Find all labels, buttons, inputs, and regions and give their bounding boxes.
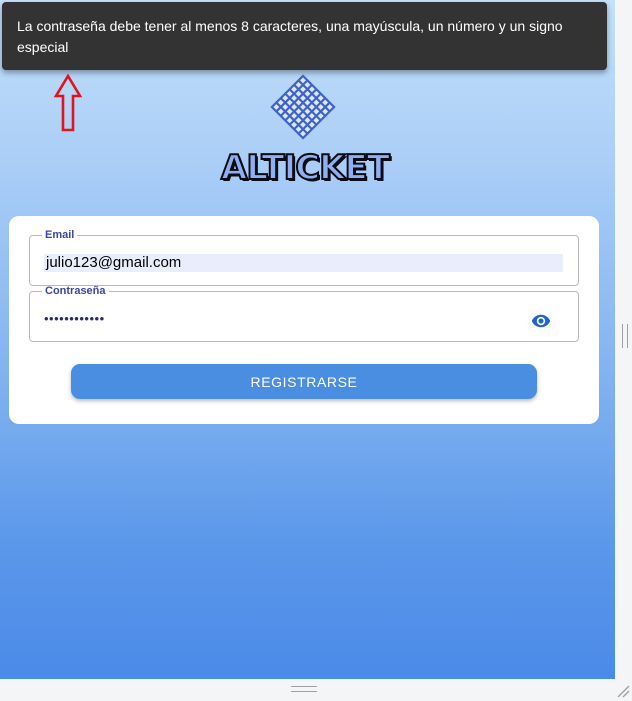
lattice-logo-icon (270, 74, 336, 140)
email-label: Email (45, 229, 75, 241)
corner-resize-icon[interactable] (616, 684, 630, 698)
toast-message: La contraseña debe tener al menos 8 cara… (17, 18, 563, 55)
password-input-value[interactable]: •••••••••••• (44, 310, 105, 328)
toggle-password-visibility-button[interactable] (528, 311, 554, 331)
horizontal-resize-grip[interactable] (291, 686, 317, 692)
brand-name: ALTICKET (220, 147, 391, 189)
email-field[interactable]: Email julio123@gmail.com (29, 230, 579, 286)
email-input-value[interactable]: julio123@gmail.com (44, 254, 563, 272)
vertical-resize-grip[interactable] (622, 324, 628, 348)
error-toast: La contraseña debe tener al menos 8 cara… (2, 2, 607, 70)
password-label: Contraseña (45, 285, 106, 297)
register-button[interactable]: REGISTRARSE (71, 364, 537, 399)
password-field[interactable]: Contraseña •••••••••••• (29, 286, 579, 342)
arrow-up-icon (53, 73, 83, 132)
eye-icon (531, 314, 551, 328)
page-viewport: La contraseña debe tener al menos 8 cara… (0, 0, 615, 679)
register-form-card: Email julio123@gmail.com Contraseña ••••… (9, 216, 599, 424)
